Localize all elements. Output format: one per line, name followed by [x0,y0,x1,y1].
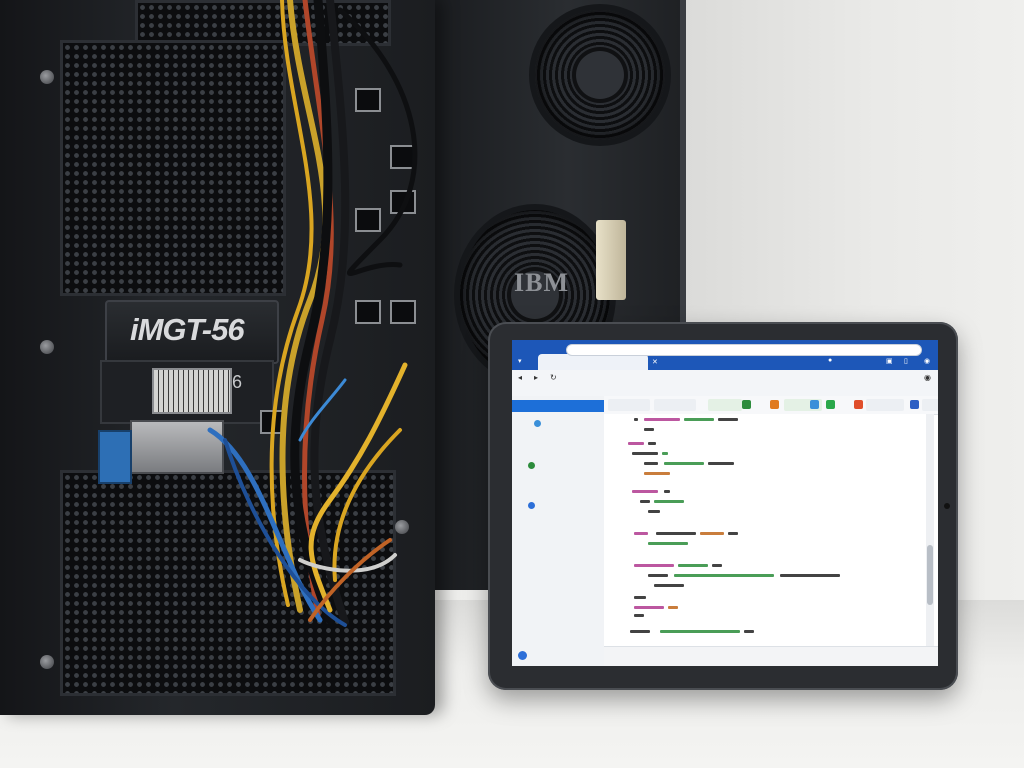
code-token [708,462,734,465]
tab-file-icon [770,400,779,409]
code-token [640,500,650,503]
code-token [668,606,678,609]
editor-tab[interactable] [922,399,938,411]
code-token [634,418,638,421]
tab-file-icon [810,400,819,409]
yellow-cable [308,362,408,613]
editor-tab[interactable] [708,399,742,411]
code-token [656,532,696,535]
code-token [648,542,688,545]
code-token [634,596,646,599]
reload-icon[interactable]: ↻ [550,373,557,382]
account-icon[interactable] [518,651,527,660]
folder-icon [528,502,535,509]
code-token [644,428,654,431]
ide-sidebar [512,396,605,666]
code-token [648,510,660,513]
editor-scrollbar[interactable] [926,414,934,646]
back-icon[interactable]: ◂ [518,373,522,382]
extension-icon[interactable]: ▣ [886,357,893,365]
code-token [634,614,644,617]
code-token [648,442,656,445]
code-token [634,532,648,535]
code-token [728,532,738,535]
tab-file-icon [742,400,751,409]
close-tab-icon[interactable]: ✕ [652,358,658,366]
code-token [632,490,658,493]
code-token [700,532,724,535]
forward-icon[interactable]: ▸ [534,373,538,382]
code-editor[interactable] [604,414,926,646]
code-token [644,472,670,475]
code-token [634,564,674,567]
code-token [634,606,664,609]
tab-file-icon [910,400,919,409]
tablet-screen: ▾ ✕ ● ▣ ▯ ◉ ◂ ▸ ↻ ◉ [512,340,938,666]
code-token [718,418,738,421]
editor-tab[interactable] [866,399,904,411]
code-token [654,500,684,503]
tablet-camera [944,503,950,509]
file-icon [534,420,541,427]
editor-tab-strip [604,396,938,415]
code-token [644,418,680,421]
black-cable [337,7,418,276]
code-token [664,462,704,465]
code-token [628,442,644,445]
code-token [648,574,668,577]
editor-status-bar [604,646,938,666]
code-token [664,490,670,493]
scrollbar-thumb[interactable] [927,545,933,605]
browser-active-tab[interactable] [538,354,648,370]
code-token [662,452,668,455]
tab-file-icon [826,400,835,409]
profile-icon[interactable]: ● [828,357,832,364]
code-token [632,452,658,455]
sidebar-item-active[interactable] [512,400,604,412]
photo-scene: IBM iMGT-56 6 ▾ ✕ ● ▣ ▯ ◉ ◂ ▸ ↻ ◉ [0,0,1024,768]
browser-menu-icon[interactable]: ◉ [924,373,931,382]
tab-file-icon [854,400,863,409]
bookmark-icon[interactable]: ▯ [904,357,908,365]
code-token [660,630,740,633]
folder-icon [528,462,535,469]
address-bar[interactable] [566,344,922,356]
code-token [654,584,684,587]
browser-toolbar [512,370,938,397]
menu-icon[interactable]: ▾ [518,357,522,365]
editor-tab[interactable] [654,399,696,411]
code-token [684,418,714,421]
code-token [678,564,708,567]
code-token [712,564,722,567]
account-icon[interactable]: ◉ [924,357,930,365]
code-token [780,574,840,577]
code-token [630,630,650,633]
editor-tab[interactable] [608,399,650,411]
code-token [674,574,774,577]
code-token [644,462,658,465]
code-token [744,630,754,633]
